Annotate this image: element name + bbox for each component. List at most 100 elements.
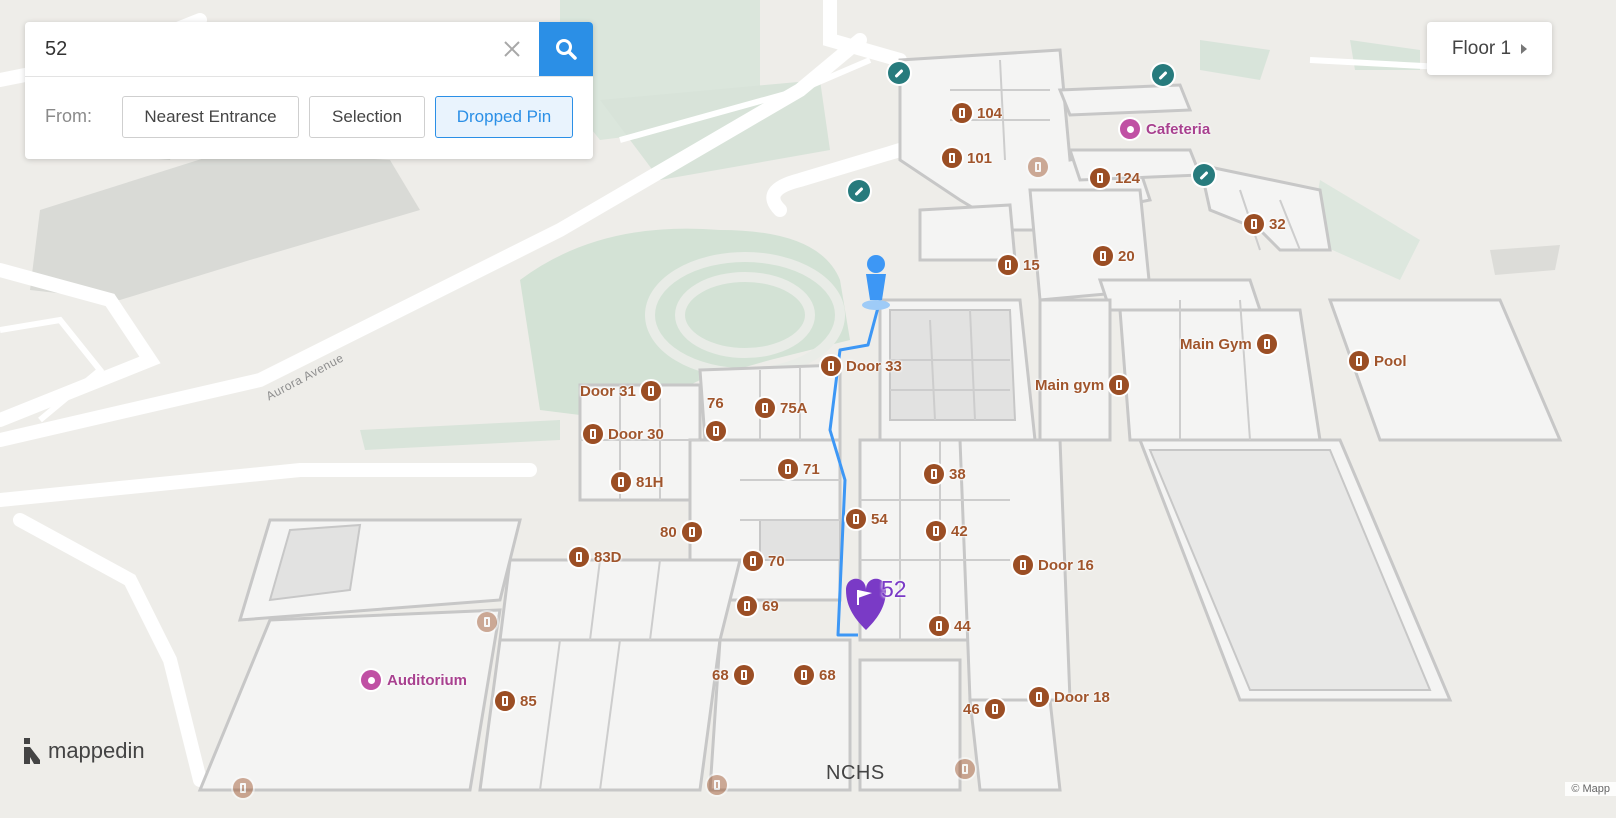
door-icon [955,759,975,779]
door-icon [942,148,962,168]
poi-door-15[interactable]: 15 [998,255,1040,275]
poi-door-42[interactable]: 42 [926,521,968,541]
poi-door-83d[interactable]: 83D [569,547,622,567]
poi-label: 42 [951,522,968,540]
poi-label: Door 18 [1054,688,1110,706]
door-icon [743,551,763,571]
poi-label: 81H [636,473,664,491]
poi-door[interactable] [707,775,727,795]
door-icon [924,464,944,484]
poi-door-69[interactable]: 69 [737,596,779,616]
search-input[interactable] [25,22,505,76]
chevron-right-icon [1521,43,1528,54]
poi-door[interactable] [233,778,253,798]
poi-door-85[interactable]: 85 [495,691,537,711]
door-icon [952,103,972,123]
poi-door-20[interactable]: 20 [1093,246,1135,266]
map-app: Aurora Avenue NCHS Cafeteria Auditorium … [0,0,1616,818]
dropped-pin-button[interactable]: Dropped Pin [435,96,573,138]
poi-main-gym[interactable]: Main Gym [1180,334,1277,354]
poi-label: Main gym [1035,376,1105,394]
poi-door-16[interactable]: Door 16 [1013,555,1094,575]
poi-door-75a[interactable]: 75A [755,398,808,418]
poi-room-76[interactable]: 76 [707,395,724,412]
ramp-icon[interactable] [888,62,910,84]
building-label: NCHS [826,762,885,784]
destination-label: 52 [881,576,907,602]
poi-door-68a[interactable]: 68 [712,665,754,685]
ramp-icon[interactable] [1193,164,1215,186]
nearest-entrance-button[interactable]: Nearest Entrance [122,96,299,138]
poi-door-76[interactable] [706,421,726,441]
poi-door-38[interactable]: 38 [924,464,966,484]
poi-door-124[interactable]: 124 [1090,168,1140,188]
poi-door-80[interactable]: 80 [660,522,702,542]
door-icon [233,778,253,798]
door-icon [1029,687,1049,707]
poi-pool[interactable]: Pool [1349,351,1407,371]
poi-label: Door 33 [846,357,902,375]
door-icon [846,509,866,529]
clear-search-button[interactable] [497,34,527,64]
door-icon [737,596,757,616]
poi-door-54[interactable]: 54 [846,509,888,529]
search-icon [556,39,577,60]
poi-door-31[interactable]: Door 31 [580,381,661,401]
door-icon [929,616,949,636]
poi-label: 104 [977,104,1003,122]
selection-button[interactable]: Selection [309,96,425,138]
poi-label: Main Gym [1180,335,1252,353]
poi-door-32[interactable]: 32 [1244,214,1286,234]
poi-label: 69 [762,597,779,615]
poi-label: Door 30 [608,425,664,443]
door-icon [707,775,727,795]
poi-label: 80 [660,523,677,541]
ramp-icon[interactable] [1152,64,1174,86]
door-icon [640,381,661,401]
door-icon [611,472,631,492]
poi-label: 15 [1023,256,1040,274]
poi-door-70[interactable]: 70 [743,551,785,571]
poi-auditorium[interactable]: Auditorium [361,670,467,690]
location-pin-icon [1120,119,1140,139]
map-attribution[interactable]: © Mapp [1565,782,1616,796]
poi-main-gym-2[interactable]: Main gym [1035,375,1130,395]
poi-door-44[interactable]: 44 [929,616,971,636]
poi-label: 70 [768,552,785,570]
poi-label: Door 16 [1038,556,1094,574]
poi-door[interactable] [477,612,497,632]
door-icon [755,398,775,418]
location-pin-icon [361,670,381,690]
mappedin-logo-icon [24,738,40,764]
from-label: From: [45,106,92,126]
poi-label: 54 [871,510,888,528]
poi-door-33[interactable]: Door 33 [821,356,902,376]
poi-door-101[interactable]: 101 [942,148,992,168]
ramp-icon[interactable] [848,180,870,202]
poi-label: 71 [803,460,820,478]
door-icon [733,665,754,685]
close-icon [504,41,520,57]
poi-door-18[interactable]: Door 18 [1029,687,1110,707]
door-icon [778,459,798,479]
poi-door-46[interactable]: 46 [963,699,1005,719]
poi-door-68b[interactable]: 68 [794,665,836,685]
poi-door-71[interactable]: 71 [778,459,820,479]
poi-cafeteria[interactable]: Cafeteria [1120,119,1210,139]
poi-label: 68 [819,666,836,684]
door-icon [926,521,946,541]
poi-label: 85 [520,692,537,710]
poi-label: 20 [1118,247,1135,265]
search-button[interactable] [539,22,593,76]
poi-door[interactable] [955,759,975,779]
door-icon [706,421,726,441]
poi-label: 68 [712,666,729,684]
poi-door-81h[interactable]: 81H [611,472,664,492]
poi-door-30[interactable]: Door 30 [583,424,664,444]
floor-selector[interactable]: Floor 1 [1427,22,1552,75]
mappedin-logo[interactable]: mappedin [22,738,145,764]
poi-door[interactable] [1028,157,1048,177]
poi-door-104[interactable]: 104 [952,103,1002,123]
poi-label: Auditorium [387,671,467,689]
poi-label: 124 [1115,169,1141,187]
